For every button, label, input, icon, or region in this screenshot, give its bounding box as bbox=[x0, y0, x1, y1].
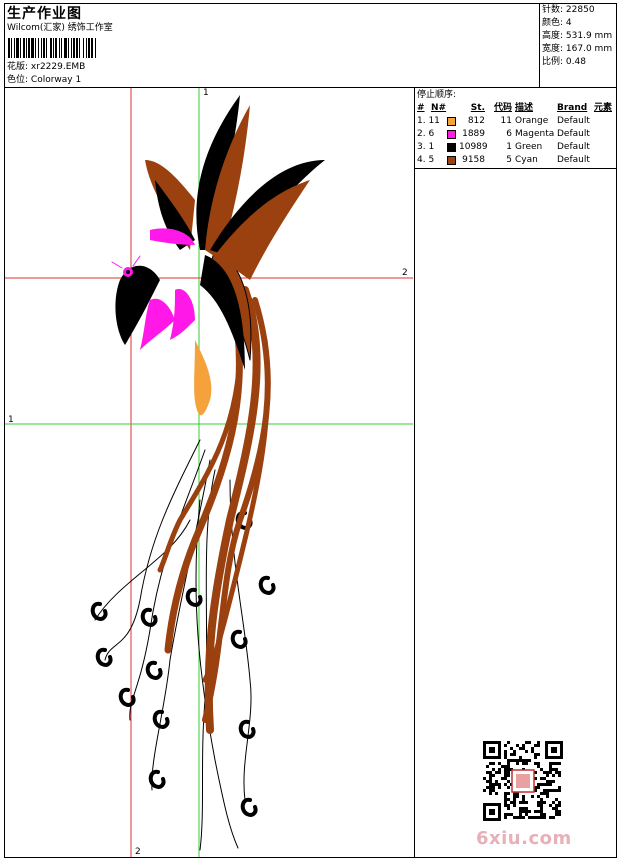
legend-row: 2. 6 1889 6 Magenta Default bbox=[417, 128, 615, 141]
color-swatch bbox=[447, 143, 456, 152]
thread-brand: Default bbox=[557, 116, 590, 126]
col-brand: Brand bbox=[557, 103, 588, 113]
stat-colors: 颜色: 4 bbox=[542, 18, 572, 28]
col-desc: 描述 bbox=[515, 103, 534, 113]
stat-stitches: 针数: 22850 bbox=[542, 5, 595, 15]
color-swatch bbox=[447, 117, 456, 126]
guide-label-v-red: 2 bbox=[135, 847, 141, 857]
legend-heading: 停止顺序: bbox=[417, 90, 457, 100]
legend-header-row: # N# St. 代码 描述 Brand 元素 bbox=[417, 102, 615, 115]
stitch-count: 1889 bbox=[462, 129, 485, 139]
colorway-value: Colorway 1 bbox=[30, 75, 82, 85]
col-needle: N# bbox=[431, 103, 447, 113]
color-swatch bbox=[447, 156, 456, 165]
stop-number: 4. 5 bbox=[417, 155, 435, 165]
thread-code: 11 bbox=[500, 116, 512, 126]
color-swatch bbox=[447, 130, 456, 139]
legend-bottom-rule bbox=[414, 168, 617, 169]
thread-code: 1 bbox=[506, 142, 512, 152]
header-divider bbox=[539, 3, 540, 88]
guide-label-h-red: 2 bbox=[402, 268, 408, 278]
design-file: xr2229.EMB bbox=[30, 62, 86, 72]
site-watermark: 6xiu.com bbox=[476, 828, 572, 849]
stat-height: 高度: 531.9 mm bbox=[542, 31, 613, 41]
colorway-line: 色位: Colorway 1 bbox=[7, 74, 81, 86]
legend-row: 4. 5 9158 5 Cyan Default bbox=[417, 154, 615, 167]
legend-row: 3. 1 10989 1 Green Default bbox=[417, 141, 615, 154]
thread-code: 5 bbox=[506, 155, 512, 165]
stitch-count: 10989 bbox=[459, 142, 488, 152]
guide-label-v-green: 1 bbox=[203, 88, 209, 98]
thread-description: Green bbox=[515, 142, 543, 152]
col-num: # bbox=[417, 103, 425, 113]
legend-row: 1. 11 812 11 Orange Default bbox=[417, 115, 615, 128]
company-name: Wilcom(汇家) 绣饰工作室 bbox=[7, 23, 113, 33]
guide-label-h-green: 1 bbox=[8, 415, 14, 425]
stat-width: 宽度: 167.0 mm bbox=[542, 44, 613, 54]
col-element: 元素 bbox=[594, 103, 613, 113]
colorway-label: 色位: bbox=[7, 75, 29, 85]
thread-description: Cyan bbox=[515, 155, 538, 165]
stat-scale: 比例: 0.48 bbox=[542, 57, 586, 67]
stop-number: 1. 11 bbox=[417, 116, 440, 126]
thread-brand: Default bbox=[557, 155, 590, 165]
thread-description: Orange bbox=[515, 116, 549, 126]
header-bottom-rule bbox=[4, 87, 617, 88]
thread-brand: Default bbox=[557, 129, 590, 139]
design-file-line: 花版: xr2229.EMB bbox=[7, 61, 85, 73]
thread-description: Magenta bbox=[515, 129, 555, 139]
stitch-count: 812 bbox=[467, 116, 485, 126]
stitch-count: 9158 bbox=[462, 155, 485, 165]
col-code: 代码 bbox=[493, 103, 512, 113]
color-stop-legend: 停止顺序: # N# St. 代码 描述 Brand 元素 1. 11 812 11… bbox=[417, 89, 615, 167]
canvas-divider bbox=[414, 87, 415, 858]
col-stitches: St. bbox=[470, 103, 485, 113]
barcode-image bbox=[8, 38, 96, 58]
thread-code: 6 bbox=[506, 129, 512, 139]
stop-number: 3. 1 bbox=[417, 142, 435, 152]
stop-number: 2. 6 bbox=[417, 129, 435, 139]
design-stats: 针数: 22850 颜色: 4 高度: 531.9 mm 宽度: 167.0 m… bbox=[542, 4, 612, 69]
thread-brand: Default bbox=[557, 142, 590, 152]
design-label: 花版: bbox=[7, 62, 29, 72]
page-title: 生产作业图 bbox=[7, 6, 82, 22]
